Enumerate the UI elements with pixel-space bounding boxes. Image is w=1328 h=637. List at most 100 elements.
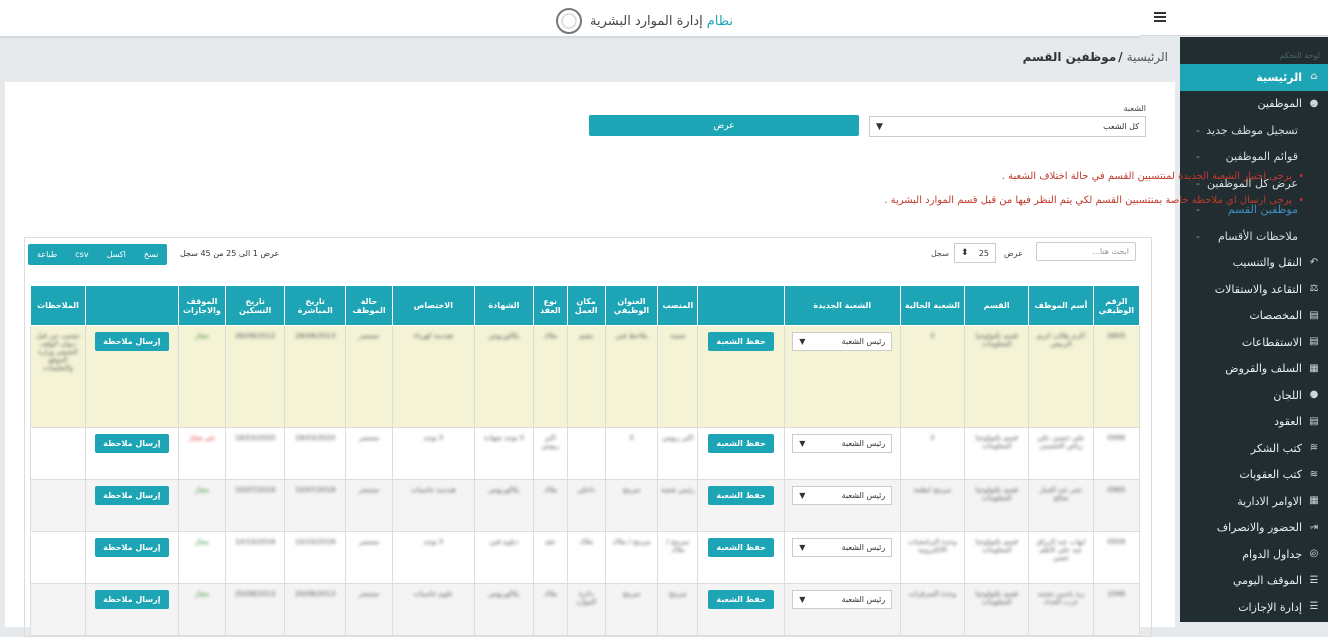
cell-value-cert: بكالوريوس bbox=[488, 332, 520, 340]
table-search-input[interactable]: ابحث هنا... bbox=[1036, 242, 1136, 261]
column-header-5[interactable] bbox=[697, 285, 785, 326]
save-branch-button[interactable]: حفظ الشعبة bbox=[708, 590, 774, 609]
chevron-icon: ‹ bbox=[1310, 311, 1314, 321]
sidebar-item-15[interactable]: ☰ إدارة الإجازات ‹ bbox=[1180, 594, 1328, 621]
column-header-14[interactable]: تاريخ التسكين bbox=[225, 285, 286, 326]
print-button[interactable]: طباعة bbox=[28, 244, 66, 265]
sidebar-item-5[interactable]: ▤ الاستقطاعات ‹ bbox=[1180, 329, 1328, 356]
csv-button[interactable]: csv bbox=[66, 244, 97, 265]
save-branch-button[interactable]: حفظ الشعبة bbox=[708, 332, 774, 351]
sidebar-item-1[interactable]: ● الموظفين ⌄ bbox=[1180, 91, 1328, 118]
table-cell: شعبة bbox=[657, 325, 699, 428]
breadcrumb-home[interactable]: الرئيسية bbox=[1127, 50, 1168, 64]
send-note-button[interactable]: إرسال ملاحظة bbox=[95, 434, 169, 453]
sidebar-item-0[interactable]: ⌂ الرئيسية bbox=[1180, 64, 1328, 91]
column-header-10[interactable]: الشهادة bbox=[473, 285, 534, 326]
table-cell bbox=[566, 427, 606, 480]
table-cell: قسم تكنولوجيا المعلومات bbox=[964, 583, 1030, 636]
select-value: رئيس الشعبة bbox=[841, 595, 886, 604]
page-size-select[interactable]: 25 ⬍ bbox=[954, 243, 996, 263]
table-cell: 20/08/2013 bbox=[225, 583, 286, 636]
sidebar-item-11[interactable]: ▦ الاوامر الادارية ‹ bbox=[1180, 488, 1328, 515]
send-note-button[interactable]: إرسال ملاحظة bbox=[95, 332, 169, 351]
cell-value-spec: هندسة كهرباء bbox=[413, 332, 453, 340]
sidebar-item-4[interactable]: ▤ المخصصات ‹ bbox=[1180, 303, 1328, 330]
table-cell: تنسيب من قبل ديوان الوقف الشيعي وزارة ال… bbox=[30, 325, 86, 428]
sidebar-item-6[interactable]: ▦ السلف والقروض ‹ bbox=[1180, 356, 1328, 383]
column-header-17[interactable]: الملاحظات bbox=[30, 285, 86, 326]
table-cell: 1046 bbox=[1092, 583, 1141, 636]
column-header-15[interactable]: الموقف والاجازات bbox=[177, 285, 227, 326]
app-brand[interactable]: نظام إدارة الموارد البشرية bbox=[556, 8, 733, 34]
table-cell: مبرمج bbox=[604, 583, 659, 636]
send-note-button[interactable]: إرسال ملاحظة bbox=[95, 486, 169, 505]
sidebar-subitem-1[interactable]: قوائم الموظفين - bbox=[1180, 144, 1328, 171]
sidebar-item-2[interactable]: ↶ النقل والتنسيب ‹ bbox=[1180, 250, 1328, 277]
copy-button[interactable]: نسخ bbox=[135, 244, 168, 265]
table-cell: قسم تكنولوجيا المعلومات bbox=[964, 531, 1030, 584]
cell-value-pos: مبرمج / ملاك bbox=[666, 538, 690, 554]
column-header-12[interactable]: حالة الموظف bbox=[345, 285, 393, 326]
sidebar-item-9[interactable]: ≋ كتب الشكر ‹ bbox=[1180, 435, 1328, 462]
sidebar-subitem-0[interactable]: تسجيل موظف جديد - bbox=[1180, 117, 1328, 144]
employees-table: الرقم الوظيفي أسم الموظف القسم الشعبة الحال… bbox=[30, 285, 1141, 636]
table-cell: 10/07/2018 bbox=[284, 479, 347, 532]
cell-value-remarks: تنسيب من قبل ديوان الوقف الشيعي وزارة ال… bbox=[36, 332, 80, 372]
sidebar-item-label: الرئيسية bbox=[1256, 70, 1302, 84]
table-cell: إرسال ملاحظة bbox=[84, 427, 179, 480]
cell-value-start: 18/03/2020 bbox=[295, 434, 336, 442]
sidebar-item-7[interactable]: ● اللجان ‹ bbox=[1180, 382, 1328, 409]
new-branch-select[interactable]: رئيس الشعبة ▼ bbox=[792, 332, 893, 351]
save-branch-button[interactable]: حفظ الشعبة bbox=[708, 486, 774, 505]
chevron-icon: ‹ bbox=[1310, 258, 1314, 268]
column-header-8[interactable]: مكان العمل bbox=[566, 285, 606, 326]
sidebar-item-13[interactable]: ◎ جداول الدوام ‹ bbox=[1180, 541, 1328, 568]
cell-value-id: 0996 bbox=[1107, 434, 1126, 442]
send-note-button[interactable]: إرسال ملاحظة bbox=[95, 590, 169, 609]
column-header-0[interactable]: الرقم الوظيفي bbox=[1092, 285, 1141, 326]
sidebar-item-10[interactable]: ≋ كتب العقوبات ‹ bbox=[1180, 462, 1328, 489]
table-cell: رئيس الشعبة ▼ bbox=[783, 427, 901, 480]
table-cell: دبلوم فني bbox=[473, 531, 534, 584]
column-header-9[interactable]: نوع العقد bbox=[532, 285, 568, 326]
new-branch-select[interactable]: رئيس الشعبة ▼ bbox=[792, 434, 893, 453]
hamburger-menu-icon[interactable] bbox=[1154, 12, 1166, 22]
column-header-7[interactable]: العنوان الوظيفي bbox=[604, 285, 659, 326]
sidebar-item-14[interactable]: ☰ الموقف اليومي ‹ bbox=[1180, 568, 1328, 595]
new-branch-select[interactable]: رئيس الشعبة ▼ bbox=[792, 590, 893, 609]
sidebar-item-12[interactable]: ⇥ الحضور والانصراف ‹ bbox=[1180, 515, 1328, 542]
sidebar-subitem-4[interactable]: ملاحظات الأقسام - bbox=[1180, 223, 1328, 250]
page-size-value: 25 bbox=[978, 248, 989, 258]
sidebar-item-3[interactable]: ⚖ التقاعد والاستقالات ‹ bbox=[1180, 276, 1328, 303]
home-icon: ⌂ bbox=[1310, 71, 1318, 83]
cell-value-title: مبرمج bbox=[622, 590, 641, 598]
cell-value-cur: لا bbox=[930, 332, 935, 340]
column-header-16[interactable] bbox=[84, 285, 179, 326]
new-branch-select[interactable]: رئيس الشعبة ▼ bbox=[792, 486, 893, 505]
sidebar-item-label: الموقف اليومي bbox=[1232, 574, 1302, 588]
column-header-3[interactable]: الشعبة الحالية bbox=[899, 285, 966, 326]
branch-filter-select[interactable]: كل الشعب ▼ bbox=[869, 116, 1146, 137]
table-row: 0996 علي حسين علي رياض الحسيني قسم تكنولوج… bbox=[30, 427, 1141, 480]
dash-icon: - bbox=[1196, 123, 1200, 137]
new-branch-select[interactable]: رئيس الشعبة ▼ bbox=[792, 538, 893, 557]
export-buttons: طباعة csv اكسل نسخ bbox=[28, 244, 168, 265]
column-header-2[interactable]: القسم bbox=[964, 285, 1030, 326]
show-button[interactable]: عرض bbox=[589, 115, 859, 136]
table-cell: لا توجد bbox=[391, 531, 475, 584]
column-header-6[interactable]: المنصب bbox=[657, 285, 699, 326]
sidebar: لوحة التحكم ⌂ الرئيسية ● الموظفين ⌄ تسجيل موظ… bbox=[1180, 37, 1328, 622]
save-branch-button[interactable]: حفظ الشعبة bbox=[708, 538, 774, 557]
column-header-11[interactable]: الاختصاص bbox=[391, 285, 475, 326]
excel-button[interactable]: اكسل bbox=[98, 244, 135, 265]
column-header-4[interactable]: الشعبة الجديدة bbox=[783, 285, 901, 326]
send-note-button[interactable]: إرسال ملاحظة bbox=[95, 538, 169, 557]
table-cell: بكالوريوس bbox=[473, 325, 534, 428]
column-header-13[interactable]: تاريخ المباشرة bbox=[284, 285, 347, 326]
table-cell: مستمر bbox=[345, 427, 393, 480]
column-header-1[interactable]: أسم الموظف bbox=[1028, 285, 1094, 326]
chevron-icon: ‹ bbox=[1310, 549, 1314, 559]
sidebar-item-8[interactable]: ▤ العقود ‹ bbox=[1180, 409, 1328, 436]
cell-value-pos: رئيس شعبة bbox=[660, 486, 695, 494]
save-branch-button[interactable]: حفظ الشعبة bbox=[708, 434, 774, 453]
